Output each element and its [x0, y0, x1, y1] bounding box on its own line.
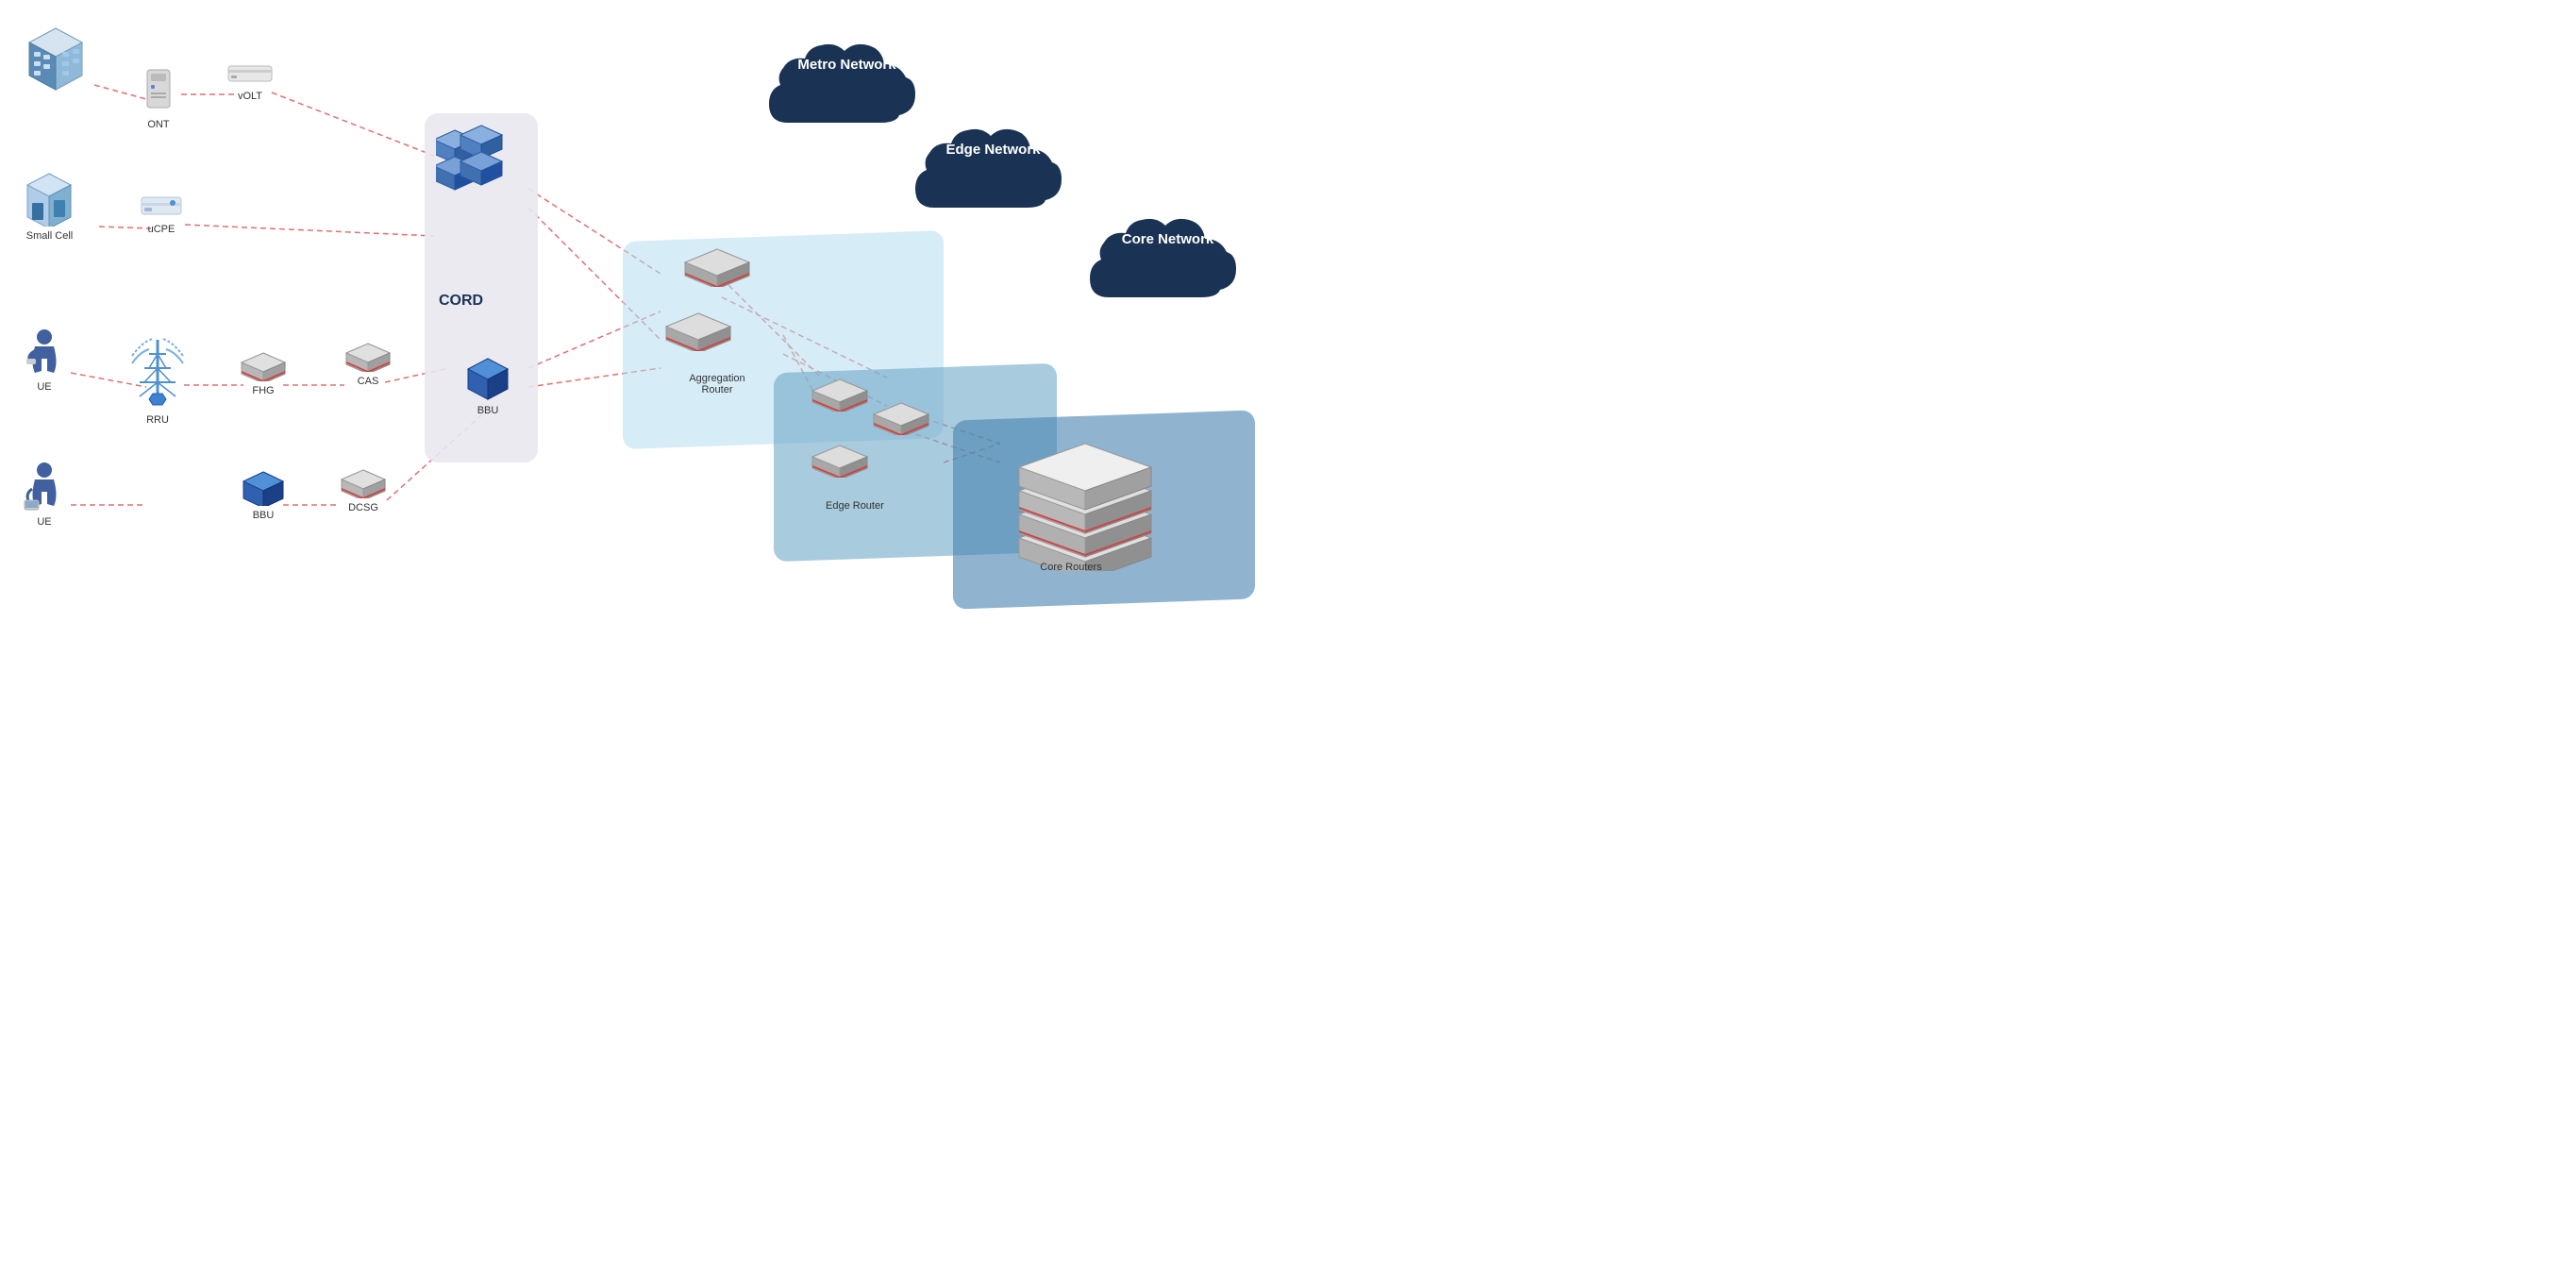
- ue2-label: UE: [37, 516, 51, 528]
- agg-router-1: [679, 247, 755, 292]
- dcsg-device: DCSG: [340, 468, 387, 513]
- cord-label: CORD: [439, 293, 483, 310]
- cas-device: CAS: [344, 342, 392, 387]
- cord-server-icon: [436, 121, 516, 192]
- rru-label: RRU: [146, 414, 169, 426]
- ue1-label: UE: [37, 381, 51, 393]
- volt-icon: [226, 59, 274, 87]
- dcsg-label: DCSG: [348, 502, 378, 513]
- edge-cloud-icon: [906, 113, 1080, 236]
- small-cell-device: Small Cell: [24, 170, 75, 242]
- edge-router-1: [807, 378, 873, 416]
- bbu-cord-icon: [464, 354, 511, 401]
- bbu-cord-label: BBU: [477, 405, 499, 416]
- ue1-device: UE: [21, 326, 68, 393]
- cord-icon-top: [436, 121, 516, 196]
- bbu-bottom-label: BBU: [253, 510, 275, 521]
- volt-label: vOLT: [238, 91, 262, 102]
- bbu-bottom-icon: [240, 470, 287, 506]
- ue2-icon: [21, 461, 68, 513]
- edge-network-label: Edge Network: [925, 140, 1062, 160]
- ont-device: ONT: [140, 68, 177, 130]
- edge-router-3: [807, 444, 873, 482]
- metro-network-label: Metro Network: [778, 55, 915, 75]
- agg-router-2-icon: [661, 311, 736, 351]
- ont-label: ONT: [147, 119, 169, 130]
- rru-device: RRU: [130, 335, 185, 426]
- fhg-icon: [240, 351, 287, 381]
- bbu-cord-device: BBU: [464, 354, 511, 416]
- rru-icon: [130, 335, 185, 411]
- core-cloud-icon: [1080, 203, 1255, 326]
- fhg-device: FHG: [240, 351, 287, 396]
- ue2-device: UE: [21, 461, 68, 528]
- core-network-label: Core Network: [1099, 229, 1236, 249]
- edge-router-2: [868, 401, 934, 440]
- edge-network-cloud: Edge Network: [906, 113, 1080, 241]
- agg-router-2: [661, 311, 736, 356]
- volt-device: vOLT: [226, 59, 274, 102]
- edge-router-3-icon: [807, 444, 873, 478]
- ucpe-device: uCPE: [140, 193, 183, 235]
- edge-router-1-icon: [807, 378, 873, 412]
- ucpe-label: uCPE: [148, 224, 176, 235]
- core-routers-icon: [1000, 420, 1170, 571]
- small-cell-icon: [24, 170, 75, 227]
- agg-router-label: AggregationRouter: [679, 373, 755, 395]
- cas-icon: [344, 342, 392, 372]
- edge-router-label: Edge Router: [826, 500, 884, 512]
- edge-router-2-icon: [868, 401, 934, 435]
- building-device: [21, 24, 92, 94]
- bbu-bottom-device: BBU: [240, 470, 287, 521]
- small-cell-label: Small Cell: [26, 230, 74, 242]
- core-network-cloud: Core Network: [1080, 203, 1255, 330]
- ucpe-icon: [140, 193, 183, 220]
- dcsg-icon: [340, 468, 387, 498]
- cas-label: CAS: [358, 376, 379, 387]
- core-routers-label: Core Routers: [1033, 562, 1109, 573]
- core-routers-group: [1000, 420, 1170, 576]
- fhg-label: FHG: [252, 385, 274, 396]
- ue1-icon: [21, 326, 68, 378]
- network-diagram: CORD: [0, 0, 1288, 630]
- agg-router-1-icon: [679, 247, 755, 287]
- ont-icon: [140, 68, 177, 115]
- building-icon: [21, 24, 92, 94]
